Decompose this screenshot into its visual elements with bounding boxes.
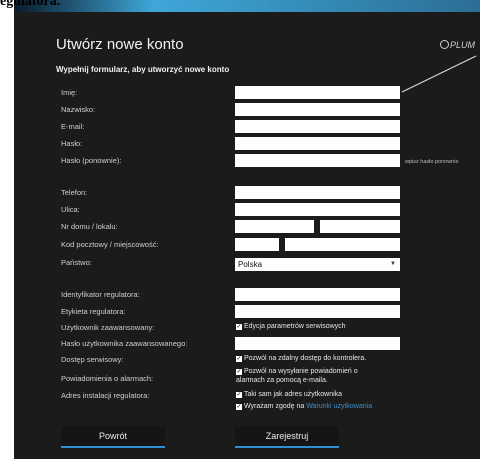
controller-label-input[interactable] — [235, 305, 400, 318]
label-email: E-mail: — [61, 122, 85, 131]
label-ulica: Ulica: — [61, 205, 80, 214]
chevron-down-icon: ▼ — [390, 261, 396, 267]
service-access-checkbox-label: Pozwól na zdalny dostęp do kontrolera. — [244, 355, 367, 362]
label-uzytkownik-zaawansowany: Użytkownik zaawansowany: — [61, 323, 155, 332]
country-select[interactable]: Polska ▼ — [235, 258, 400, 271]
label-haslo-zaawansowane: Hasło użytkownika zaawansowanego: — [61, 339, 188, 348]
checkbox-checked-icon: ✓ — [236, 356, 242, 362]
label-nazwisko: Nazwisko: — [61, 105, 96, 114]
last-name-input[interactable] — [235, 103, 400, 116]
password-repeat-input[interactable] — [235, 154, 400, 167]
label-telefon: Telefon: — [61, 188, 88, 197]
label-adres-instalacji: Adres instalacji regulatora: — [61, 391, 150, 400]
advanced-password-input[interactable] — [235, 337, 400, 350]
label-haslo-ponownie: Hasło (ponownie): — [61, 156, 122, 165]
label-imie: Imię: — [61, 88, 78, 97]
label-powiadomienia: Powiadomienia o alarmach: — [61, 374, 154, 383]
country-select-value: Polska — [238, 260, 263, 269]
label-kod-pocztowy: Kod pocztowy / miejscowość: — [61, 240, 159, 249]
phone-input[interactable] — [235, 186, 400, 199]
back-button[interactable]: Powrót — [61, 426, 165, 448]
city-input[interactable] — [285, 238, 400, 251]
label-haslo: Hasło: — [61, 139, 83, 148]
checkbox-checked-icon: ✓ — [236, 369, 242, 375]
top-accent-bar — [14, 0, 480, 12]
advanced-user-checkbox-label: Edycja parametrów serwisowych — [244, 323, 346, 330]
registration-panel: Utwórz nowe konto Wypełnij formularz, ab… — [14, 12, 480, 459]
checkbox-checked-icon: ✓ — [236, 324, 242, 330]
label-panstwo: Państwo: — [61, 258, 92, 267]
page-subtitle: Wypełnij formularz, aby utworzyć nowe ko… — [56, 65, 230, 74]
label-nr-domu: Nr domu / lokalu: — [61, 222, 118, 231]
label-dostep-serwisowy: Dostęp serwisowy: — [61, 355, 124, 364]
controller-id-input[interactable] — [235, 288, 400, 301]
terms-consent-checkbox[interactable]: ✓ Wyrażam zgodę na Warunki użytkowania — [236, 402, 372, 411]
label-etykieta: Etykieta regulatora: — [61, 307, 126, 316]
alarm-notifications-label-line2: alarmach za pomocą e-maila. — [236, 377, 328, 384]
password-repeat-hint: wpisz hasło ponownie — [405, 159, 459, 165]
flat-number-input[interactable] — [320, 220, 400, 233]
same-address-checkbox[interactable]: ✓ Taki sam jak adres użytkownika — [236, 390, 342, 399]
brand-logo: PLUM — [440, 40, 475, 50]
postal-code-input[interactable] — [235, 238, 279, 251]
advanced-user-checkbox[interactable]: ✓ Edycja parametrów serwisowych — [236, 322, 346, 331]
terms-link[interactable]: Warunki użytkowania — [306, 403, 372, 410]
house-number-input[interactable] — [235, 220, 314, 233]
label-identyfikator: Identyfikator regulatora: — [61, 290, 140, 299]
street-input[interactable] — [235, 203, 400, 216]
first-name-input[interactable] — [235, 86, 400, 99]
alarm-notifications-checkbox[interactable]: ✓ Pozwól na wysyłanie powiadomień o — [236, 367, 358, 376]
checkbox-checked-icon: ✓ — [236, 392, 242, 398]
email-input[interactable] — [235, 120, 400, 133]
password-input[interactable] — [235, 137, 400, 150]
terms-consent-label: Wyrażam zgodę na — [244, 403, 305, 410]
service-access-checkbox[interactable]: ✓ Pozwól na zdalny dostęp do kontrolera. — [236, 354, 366, 363]
page-title: Utwórz nowe konto — [56, 36, 184, 53]
alarm-notifications-label-line1: Pozwól na wysyłanie powiadomień o — [244, 368, 358, 375]
same-address-checkbox-label: Taki sam jak adres użytkownika — [244, 391, 343, 398]
register-button[interactable]: Zarejestruj — [235, 426, 339, 448]
caption-text: egulatora. — [0, 0, 61, 9]
power-icon — [440, 40, 449, 49]
checkbox-checked-icon: ✓ — [236, 404, 242, 410]
